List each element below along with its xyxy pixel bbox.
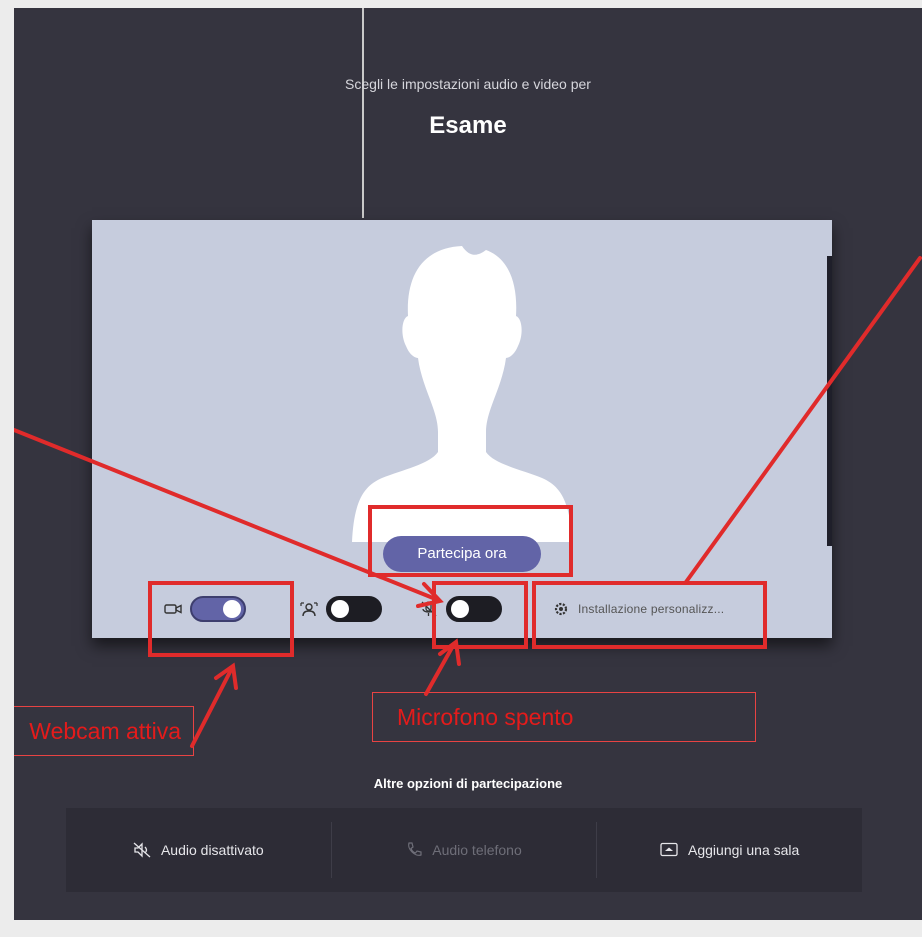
microphone-callout: Microfono spento bbox=[372, 692, 756, 742]
room-cast-icon bbox=[660, 842, 678, 857]
microphone-highlight-box bbox=[432, 581, 528, 649]
phone-audio-option[interactable]: Audio telefono bbox=[332, 808, 597, 892]
teams-prejoin-screen: Scegli le impostazioni audio e video per… bbox=[14, 8, 922, 920]
arrow-to-mic-toggle bbox=[424, 642, 456, 696]
camera-highlight-box bbox=[148, 581, 294, 657]
preview-edge bbox=[827, 256, 832, 546]
toggle-knob bbox=[331, 600, 349, 618]
background-control bbox=[300, 596, 382, 622]
prejoin-subtitle: Scegli le impostazioni audio e video per bbox=[345, 76, 591, 92]
join-highlight-box bbox=[368, 505, 573, 577]
background-blur-icon bbox=[300, 602, 318, 617]
add-room-label: Aggiungi una sala bbox=[688, 842, 800, 858]
speaker-off-icon bbox=[133, 842, 151, 858]
audio-off-label: Audio disattivato bbox=[160, 842, 264, 858]
avatar-silhouette-icon bbox=[352, 246, 572, 542]
meeting-title: Esame bbox=[429, 112, 507, 139]
arrow-to-camera bbox=[190, 666, 234, 748]
phone-audio-label: Audio telefono bbox=[432, 842, 522, 858]
more-options-bar: Audio disattivato Audio telefono Aggiung… bbox=[66, 808, 862, 892]
more-options-heading: Altre opzioni di partecipazione bbox=[373, 776, 563, 791]
add-room-option[interactable]: Aggiungi una sala bbox=[597, 808, 862, 892]
phone-icon bbox=[408, 842, 422, 856]
background-toggle[interactable] bbox=[326, 596, 382, 622]
audio-off-option[interactable]: Audio disattivato bbox=[66, 808, 331, 892]
webcam-callout: Webcam attiva bbox=[14, 706, 194, 756]
device-highlight-box bbox=[532, 581, 767, 649]
arrowhead bbox=[214, 662, 238, 690]
